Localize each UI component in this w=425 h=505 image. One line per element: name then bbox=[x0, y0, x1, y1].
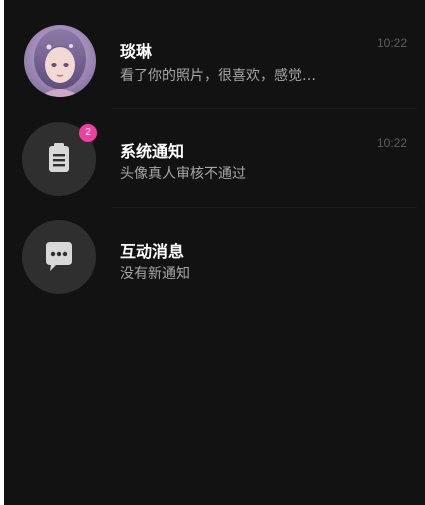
unread-badge: 2 bbox=[79, 124, 97, 142]
chat-bubble-icon bbox=[46, 242, 72, 271]
conversation-name: 系统通知 bbox=[120, 142, 185, 161]
conversation-preview: 头像真人审核不通过 bbox=[120, 166, 246, 182]
conversation-time: 10:22 bbox=[376, 136, 407, 150]
conversation-preview: 看了你的照片，很喜欢，感觉… bbox=[120, 68, 316, 84]
conversation-preview: 没有新通知 bbox=[120, 266, 190, 282]
conversation-name: 互动消息 bbox=[120, 242, 185, 261]
conversation-item-system-notice[interactable]: 2 系统通知 头像真人审核不通过 10:22 bbox=[4, 110, 425, 210]
row-divider bbox=[112, 108, 417, 109]
message-list-screen: 琰琳 看了你的照片，很喜欢，感觉… 10:22 2 系统通知 头像真人审核不通过… bbox=[4, 0, 425, 505]
conversation-time: 10:22 bbox=[376, 36, 407, 50]
user-avatar bbox=[24, 25, 96, 97]
interaction-avatar bbox=[22, 220, 96, 294]
row-divider bbox=[112, 207, 417, 208]
conversation-item-user[interactable]: 琰琳 看了你的照片，很喜欢，感觉… 10:22 bbox=[4, 10, 425, 110]
conversation-name: 琰琳 bbox=[120, 42, 153, 61]
conversation-item-interactions[interactable]: 互动消息 没有新通知 bbox=[4, 210, 425, 310]
